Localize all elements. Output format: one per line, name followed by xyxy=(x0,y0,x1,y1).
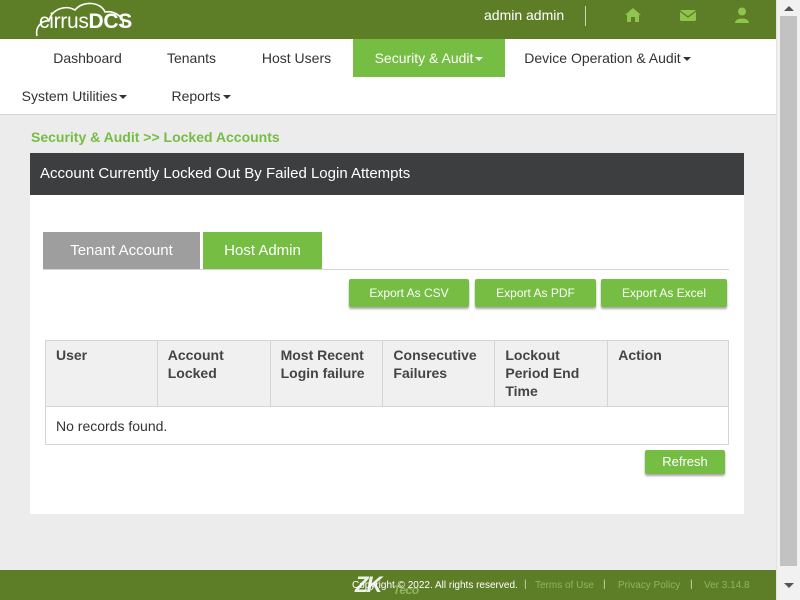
column-header-most-recent-login-failure[interactable]: Most Recent Login failure xyxy=(269,340,384,407)
scrollbar-thumb[interactable] xyxy=(780,16,797,566)
nav-device-operation-audit[interactable]: Device Operation & Audit xyxy=(520,39,695,77)
nav-label: System Utilities xyxy=(21,88,118,104)
nav-system-utilities[interactable]: System Utilities xyxy=(15,77,134,115)
caret-down-icon xyxy=(475,57,484,62)
table-row: No records found. xyxy=(45,406,729,445)
caret-down-icon xyxy=(222,95,231,100)
copyright-text: Copyright © 2022. All rights reserved. xyxy=(352,580,518,591)
scroll-down-icon[interactable] xyxy=(784,583,794,588)
logo-text-light: cirrus xyxy=(39,10,89,33)
footer: ZK Teco Copyright © 2022. All rights res… xyxy=(0,570,776,600)
caret-down-icon xyxy=(119,95,128,100)
column-header-lockout-period-end-time[interactable]: Lockout Period End Time xyxy=(494,340,609,407)
export-pdf-button[interactable]: Export As PDF xyxy=(475,279,596,307)
panel-title: Account Currently Locked Out By Failed L… xyxy=(30,153,744,195)
caret-down-icon xyxy=(682,57,691,62)
privacy-policy-link[interactable]: Privacy Policy xyxy=(618,580,680,591)
export-excel-button[interactable]: Export As Excel xyxy=(601,279,727,307)
tab-divider xyxy=(43,269,729,270)
top-header: cirrusDCS admin admin xyxy=(0,0,776,39)
user-name[interactable]: admin admin xyxy=(484,7,564,23)
vertical-scrollbar[interactable] xyxy=(776,0,800,600)
nav-label: Dashboard xyxy=(53,50,122,66)
nav-label: Tenants xyxy=(166,50,217,66)
nav-label: Host Users xyxy=(261,50,332,66)
user-icon[interactable] xyxy=(733,6,751,24)
envelope-icon[interactable] xyxy=(679,6,697,24)
footer-separator: | xyxy=(524,579,527,590)
empty-message: No records found. xyxy=(45,406,729,445)
nav-tenants[interactable]: Tenants xyxy=(155,39,228,77)
home-icon[interactable] xyxy=(624,6,642,24)
main-nav: Dashboard Tenants Host Users Security & … xyxy=(0,39,776,115)
column-header-user[interactable]: User xyxy=(45,340,158,407)
nav-reports[interactable]: Reports xyxy=(160,77,242,115)
terms-of-use-link[interactable]: Terms of Use xyxy=(535,580,594,591)
header-divider xyxy=(585,6,586,26)
nav-security-audit[interactable]: Security & Audit xyxy=(353,39,505,77)
footer-separator: | xyxy=(603,579,606,590)
locked-accounts-panel: Account Currently Locked Out By Failed L… xyxy=(30,153,744,514)
nav-dashboard[interactable]: Dashboard xyxy=(40,39,135,77)
cirrusdcs-logo[interactable]: cirrusDCS xyxy=(33,2,153,38)
column-header-account-locked[interactable]: Account Locked xyxy=(156,340,271,407)
nav-host-users[interactable]: Host Users xyxy=(250,39,343,77)
export-csv-button[interactable]: Export As CSV xyxy=(349,279,469,307)
logo-text-bold: DCS xyxy=(88,10,133,33)
table-header-row: User Account Locked Most Recent Login fa… xyxy=(45,340,729,407)
column-header-action: Action xyxy=(607,340,729,407)
tab-tenant-account[interactable]: Tenant Account xyxy=(43,232,200,269)
column-header-consecutive-failures[interactable]: Consecutive Failures xyxy=(382,340,496,407)
locked-accounts-table: User Account Locked Most Recent Login fa… xyxy=(45,340,729,445)
version-text: Ver 3.14.8 xyxy=(704,580,750,591)
footer-separator: | xyxy=(690,579,693,590)
breadcrumb: Security & Audit >> Locked Accounts xyxy=(31,129,280,145)
nav-label: Reports xyxy=(171,88,221,104)
refresh-button[interactable]: Refresh xyxy=(645,450,725,474)
tab-host-admin[interactable]: Host Admin xyxy=(203,232,322,269)
scroll-up-icon[interactable] xyxy=(784,6,794,11)
nav-label: Security & Audit xyxy=(374,50,474,66)
nav-label: Device Operation & Audit xyxy=(524,50,681,66)
